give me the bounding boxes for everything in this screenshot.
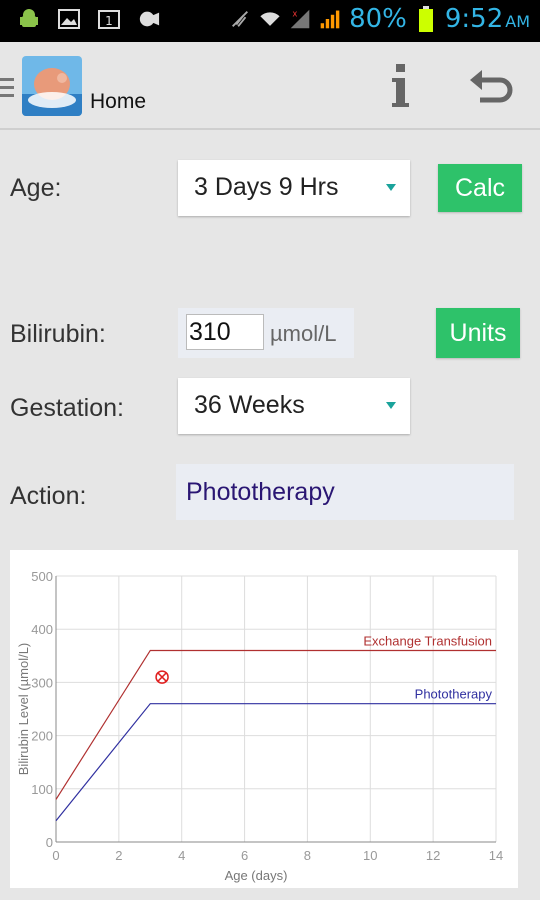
battery-icon [415,6,437,32]
x-tick-label: 0 [52,848,59,863]
action-value: Phototherapy [186,478,335,506]
gestation-label: Gestation: [10,394,124,422]
series-line [55,703,496,822]
android-icon [18,8,40,30]
x-tick-label: 8 [304,848,311,863]
age-value: 3 Days 9 Hrs [194,173,339,201]
chart-svg: 0 2 4 6 8 10 12 14 0 100 200 300 400 500 Age (days) Bil… [16,569,503,883]
image-icon [58,8,80,30]
y-tick-label: 200 [31,729,53,744]
app-logo[interactable] [22,56,82,116]
age-spinner[interactable]: 3 Days 9 Hrs [178,160,410,216]
clock: 9:52 [444,4,504,34]
bilirubin-input[interactable]: 310 [186,314,264,350]
wifi-icon [259,8,281,30]
signal-icon-2 [319,8,341,30]
action-bar: Home [0,42,540,130]
page-title: Home [90,90,147,113]
x-tick-label: 6 [241,848,248,863]
calc-button[interactable]: Calc [438,164,522,212]
bilirubin-label: Bilirubin: [10,320,106,348]
dropdown-arrow-icon [386,402,396,409]
y-tick-label: 500 [31,569,53,584]
svg-text:x: x [292,8,297,18]
x-tick-label: 4 [178,848,185,863]
battery-percent: 80% [349,4,407,34]
x-tick-label: 2 [115,848,122,863]
action-result: Phototherapy [176,464,514,520]
y-tick-label: 100 [31,782,53,797]
series-line [55,649,496,800]
clock-ampm: AM [505,12,530,31]
bilirubin-unit: µmol/L [270,321,337,346]
gestation-spinner[interactable]: 36 Weeks [178,378,410,434]
y-tick-label: 300 [31,675,53,690]
series-label: Exchange Transfusion [363,633,492,648]
svg-text:1: 1 [105,14,113,28]
x-tick-label: 14 [489,848,503,863]
age-label: Age: [10,174,62,202]
undo-icon[interactable] [470,70,514,106]
x-axis-label: Age (days) [225,868,288,883]
calendar-icon: 1 [98,8,120,30]
x-tick-label: 10 [363,848,377,863]
action-label: Action: [10,482,87,510]
bilirubin-field-group: 310 µmol/L [178,308,354,358]
y-tick-label: 400 [31,622,53,637]
y-axis-label: Bilirubin Level (µmol/L) [16,643,31,775]
dropdown-arrow-icon [386,184,396,191]
menu-icon[interactable] [0,76,16,105]
signal-icon: x [289,8,311,30]
voicemail-icon [138,8,160,30]
mute-icon [229,8,251,30]
status-bar: 1 x 80% 9:52 AM [0,0,540,42]
info-icon[interactable] [386,62,416,112]
series-label: Phototherapy [415,687,493,702]
units-button[interactable]: Units [436,308,520,358]
y-tick-label: 0 [46,835,53,850]
bilirubin-chart: 0 2 4 6 8 10 12 14 0 100 200 300 400 500 Age (days) Bil… [10,550,518,888]
gestation-value: 36 Weeks [194,391,305,419]
x-tick-label: 12 [426,848,440,863]
